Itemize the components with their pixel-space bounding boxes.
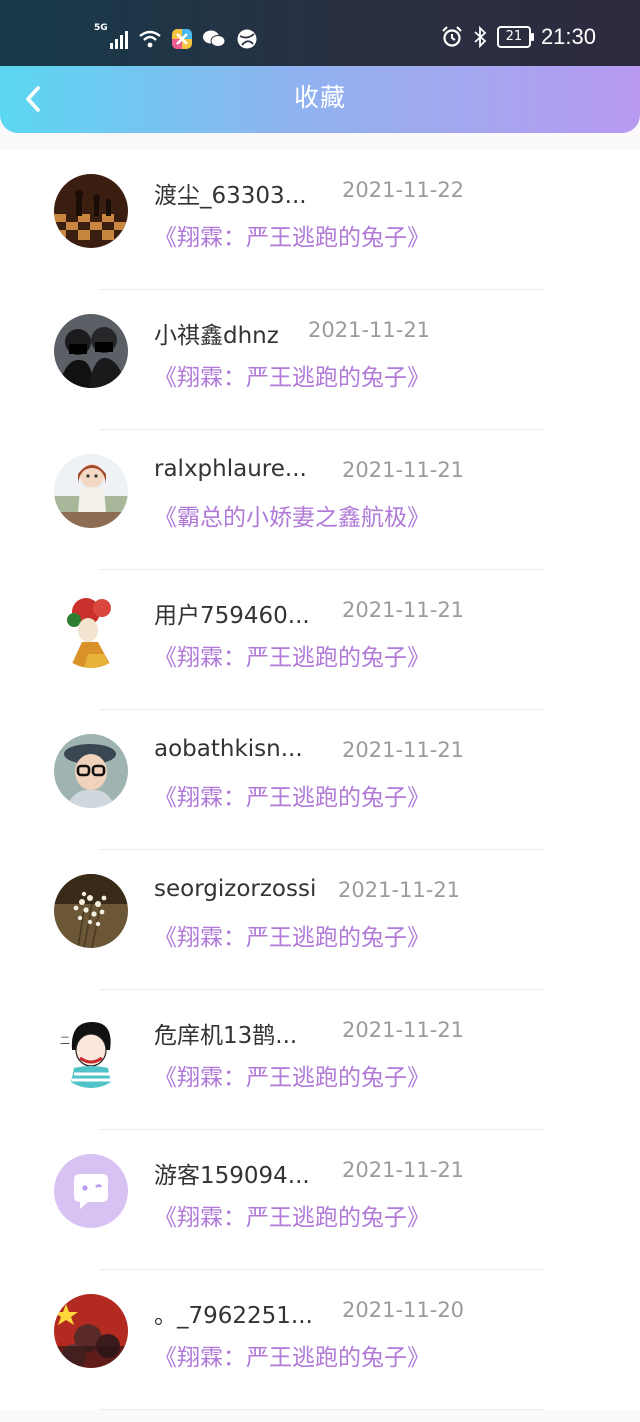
masked-people-avatar[interactable] <box>54 314 128 388</box>
list-item[interactable]: 游客159094... 2021-11-21 《翔霖：严王逃跑的兔子》 <box>0 1130 640 1270</box>
book-title-link[interactable]: 《翔霖：严王逃跑的兔子》 <box>154 1058 430 1092</box>
kid-glasses-avatar[interactable] <box>54 734 128 808</box>
favorite-date: 2021-11-21 <box>342 1158 465 1182</box>
favorite-date: 2021-11-21 <box>338 878 461 902</box>
favorite-date: 2021-11-21 <box>342 738 465 762</box>
flower-girl-avatar[interactable] <box>54 594 128 668</box>
favorite-date: 2021-11-22 <box>342 178 465 202</box>
user-name: ralxphlaure... <box>154 456 307 482</box>
list-item[interactable]: 二 危庠机13鹊... 2021-11-21 《翔霖：严王逃跑的兔子》 <box>0 990 640 1130</box>
battery-level: 21 <box>505 29 523 44</box>
list-item[interactable]: 小祺鑫dhnz 2021-11-21 《翔霖：严王逃跑的兔子》 <box>0 290 640 430</box>
book-title-link[interactable]: 《翔霖：严王逃跑的兔子》 <box>154 638 430 672</box>
list-item[interactable]: aobathkisn... 2021-11-21 《翔霖：严王逃跑的兔子》 <box>0 710 640 850</box>
network-type-label: 5G <box>94 23 108 33</box>
chat-bubble-avatar[interactable] <box>54 1154 128 1228</box>
alarm-icon <box>442 26 462 47</box>
user-name: 游客159094... <box>154 1163 310 1189</box>
app-notification-icon <box>172 29 192 49</box>
user-name: seorgizorzossi <box>154 876 317 902</box>
book-title-link[interactable]: 《翔霖：严王逃跑的兔子》 <box>154 778 430 812</box>
user-name: aobathkisn... <box>154 736 303 762</box>
favorite-date: 2021-11-21 <box>342 1018 465 1042</box>
book-title-link[interactable]: 《翔霖：严王逃跑的兔子》 <box>154 1198 430 1232</box>
browser-icon <box>237 29 257 49</box>
wifi-icon <box>139 30 161 48</box>
battery-icon: 21 <box>496 26 534 48</box>
bluetooth-icon <box>474 26 487 48</box>
book-title-link[interactable]: 《翔霖：严王逃跑的兔子》 <box>154 218 430 252</box>
wechat-icon <box>203 30 226 47</box>
user-name: 小祺鑫dhnz <box>154 323 279 349</box>
divider <box>100 1409 544 1410</box>
clock: 21:30 <box>540 24 596 49</box>
user-name: 用户759460... <box>154 603 310 629</box>
book-title-link[interactable]: 《翔霖：严王逃跑的兔子》 <box>154 918 430 952</box>
baby-breath-avatar[interactable] <box>54 874 128 948</box>
list-item[interactable]: 。_7962251... 2021-11-20 《翔霖：严王逃跑的兔子》 <box>0 1270 640 1410</box>
user-name: 渡尘_63303... <box>154 183 307 209</box>
favorite-date: 2021-11-20 <box>342 1298 465 1322</box>
svg-text:二: 二 <box>60 1036 70 1047</box>
cartoon-girl-avatar[interactable]: 二 <box>54 1014 128 1088</box>
book-title-link[interactable]: 《翔霖：严王逃跑的兔子》 <box>154 358 430 392</box>
favorite-date: 2021-11-21 <box>308 318 431 342</box>
favorites-list: 渡尘_63303... 2021-11-22 《翔霖：严王逃跑的兔子》 小祺鑫d… <box>0 150 640 1410</box>
cellular-signal-icon: 5G <box>94 23 128 49</box>
list-item[interactable]: 渡尘_63303... 2021-11-22 《翔霖：严王逃跑的兔子》 <box>0 150 640 290</box>
list-item[interactable]: 用户759460... 2021-11-21 《翔霖：严王逃跑的兔子》 <box>0 570 640 710</box>
doll-avatar[interactable] <box>54 454 128 528</box>
top-nav-bar: 收藏 <box>0 66 640 133</box>
book-title-link[interactable]: 《霸总的小娇妻之鑫航极》 <box>154 498 430 532</box>
list-item[interactable]: seorgizorzossi 2021-11-21 《翔霖：严王逃跑的兔子》 <box>0 850 640 990</box>
favorite-date: 2021-11-21 <box>342 458 465 482</box>
favorite-date: 2021-11-21 <box>342 598 465 622</box>
flag-avatar[interactable] <box>54 1294 128 1368</box>
status-icons-left: 5G <box>94 23 258 50</box>
user-name: 。_7962251... <box>154 1303 313 1329</box>
status-icons-right: 21 21:30 <box>441 24 596 50</box>
page-title: 收藏 <box>293 83 346 112</box>
chess-avatar[interactable] <box>54 174 128 248</box>
list-item[interactable]: ralxphlaure... 2021-11-21 《霸总的小娇妻之鑫航极》 <box>0 430 640 570</box>
book-title-link[interactable]: 《翔霖：严王逃跑的兔子》 <box>154 1338 430 1372</box>
user-name: 危庠机13鹊... <box>154 1023 298 1049</box>
